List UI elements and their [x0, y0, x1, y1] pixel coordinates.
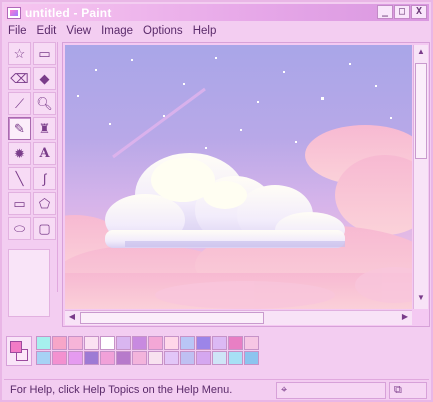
- selection-size-icon: ⧉: [394, 384, 402, 396]
- status-bar: For Help, click Help Topics on the Help …: [4, 379, 429, 400]
- palette-swatch[interactable]: [180, 351, 195, 365]
- palette-swatch[interactable]: [132, 336, 147, 350]
- select-icon[interactable]: ▭: [33, 42, 56, 65]
- palette-swatch[interactable]: [228, 351, 243, 365]
- window-controls: _ □ X: [377, 5, 427, 19]
- close-button[interactable]: X: [411, 5, 427, 19]
- menu-bar: File Edit View Image Options Help: [4, 22, 429, 40]
- menu-image[interactable]: Image: [101, 25, 133, 37]
- palette-swatch[interactable]: [180, 336, 195, 350]
- horizontal-scroll-thumb[interactable]: [80, 312, 264, 324]
- canvas-area: ▲ ▼ ◀ ▶: [62, 42, 430, 327]
- minimize-button[interactable]: _: [377, 5, 393, 19]
- palette-swatch[interactable]: [36, 336, 51, 350]
- scroll-down-icon[interactable]: ▼: [415, 293, 427, 307]
- palette-swatch[interactable]: [148, 351, 163, 365]
- palette-swatch[interactable]: [164, 336, 179, 350]
- palette-swatch[interactable]: [52, 336, 67, 350]
- free-form-select-icon[interactable]: ☆: [8, 42, 31, 65]
- paint-app-icon[interactable]: [7, 6, 21, 19]
- vertical-scrollbar[interactable]: ▲ ▼: [413, 45, 428, 309]
- menu-options[interactable]: Options: [143, 25, 183, 37]
- scroll-up-icon[interactable]: ▲: [415, 47, 427, 61]
- palette-swatch[interactable]: [132, 351, 147, 365]
- airbrush-icon[interactable]: ✹: [8, 142, 31, 165]
- palette-swatch[interactable]: [164, 351, 179, 365]
- palette-swatch[interactable]: [212, 351, 227, 365]
- cursor-position-icon: ⌖: [281, 384, 288, 396]
- tool-options-panel[interactable]: [8, 249, 50, 317]
- brush-icon[interactable]: ♜: [33, 117, 56, 140]
- pencil-icon[interactable]: ✎: [8, 117, 31, 140]
- palette-swatch[interactable]: [244, 351, 259, 365]
- pixel-sky-artwork: [65, 45, 412, 309]
- menu-file[interactable]: File: [8, 25, 27, 37]
- current-colors[interactable]: [6, 336, 32, 366]
- scrollbar-corner: [413, 310, 428, 325]
- palette-swatch[interactable]: [68, 336, 83, 350]
- cursor-position-cell: ⌖: [276, 382, 386, 399]
- scroll-left-icon[interactable]: ◀: [66, 312, 78, 324]
- palette-swatch[interactable]: [196, 351, 211, 365]
- palette-swatch[interactable]: [100, 351, 115, 365]
- rectangle-icon[interactable]: ▭: [8, 192, 31, 215]
- line-icon[interactable]: ╲: [8, 167, 31, 190]
- palette-swatch[interactable]: [148, 336, 163, 350]
- paint-window: untitled - Paint _ □ X File Edit View Im…: [0, 0, 433, 402]
- eraser-icon[interactable]: ⌫: [8, 67, 31, 90]
- fill-bucket-icon[interactable]: ◆: [33, 67, 56, 90]
- palette-swatch[interactable]: [36, 351, 51, 365]
- menu-edit[interactable]: Edit: [37, 25, 57, 37]
- magnifier-icon[interactable]: 🔍︎: [33, 92, 56, 115]
- palette-swatch[interactable]: [100, 336, 115, 350]
- palette-swatch[interactable]: [52, 351, 67, 365]
- ellipse-icon[interactable]: ⬭: [8, 217, 31, 240]
- palette-swatch[interactable]: [212, 336, 227, 350]
- maximize-button[interactable]: □: [394, 5, 410, 19]
- palette-swatch[interactable]: [228, 336, 243, 350]
- palette-swatch[interactable]: [84, 336, 99, 350]
- horizontal-scrollbar[interactable]: ◀ ▶: [65, 310, 412, 325]
- palette-swatch[interactable]: [244, 336, 259, 350]
- menu-help[interactable]: Help: [193, 25, 217, 37]
- palette-swatch[interactable]: [116, 351, 131, 365]
- drawing-canvas[interactable]: [65, 45, 412, 309]
- palette-swatch[interactable]: [196, 336, 211, 350]
- palette-swatch[interactable]: [116, 336, 131, 350]
- palette-swatch[interactable]: [68, 351, 83, 365]
- scroll-right-icon[interactable]: ▶: [399, 312, 411, 324]
- foreground-color-swatch[interactable]: [10, 341, 22, 353]
- palette-swatches: [36, 336, 259, 365]
- curve-icon[interactable]: ∫: [33, 167, 56, 190]
- pick-color-icon[interactable]: ⟋: [8, 92, 31, 115]
- menu-view[interactable]: View: [66, 25, 91, 37]
- palette-swatch[interactable]: [84, 351, 99, 365]
- status-help-text: For Help, click Help Topics on the Help …: [10, 384, 233, 396]
- title-bar[interactable]: untitled - Paint _ □ X: [4, 4, 429, 21]
- vertical-scroll-thumb[interactable]: [415, 63, 427, 159]
- color-palette: [6, 336, 276, 368]
- window-title: untitled - Paint: [25, 5, 112, 20]
- text-tool-icon[interactable]: A: [33, 142, 56, 165]
- rounded-rectangle-icon[interactable]: ▢: [33, 217, 56, 240]
- polygon-icon[interactable]: ⬠: [33, 192, 56, 215]
- selection-size-cell: ⧉: [389, 382, 427, 399]
